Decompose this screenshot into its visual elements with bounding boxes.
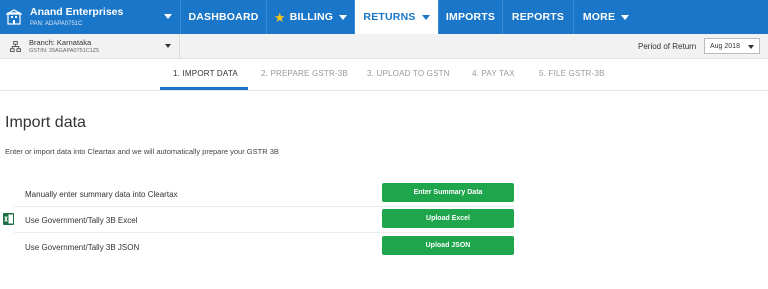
period-select[interactable]: Aug 2018 <box>704 38 760 54</box>
step-tabs: 1. IMPORT DATA 2. PREPARE GSTR-3B 3. UPL… <box>0 59 768 90</box>
nav-returns[interactable]: RETURNS <box>354 0 438 34</box>
chevron-down-icon <box>164 14 172 19</box>
top-nav: Anand Enterprises PAN: ADAPA0751C DASHBO… <box>0 0 768 34</box>
nav-dashboard-label: DASHBOARD <box>188 11 259 23</box>
nav-imports-label: IMPORTS <box>445 11 496 23</box>
nav-reports-label: REPORTS <box>511 11 565 23</box>
step-pay-tax[interactable]: 4. PAY TAX <box>472 69 515 78</box>
nav-more[interactable]: MORE <box>573 0 638 34</box>
option-label: Use Government/Tally 3B JSON <box>25 243 140 252</box>
step-prepare[interactable]: 2. PREPARE GSTR-3B <box>261 69 348 78</box>
upload-excel-button[interactable]: Upload Excel <box>382 209 514 228</box>
option-label: Manually enter summary data into Clearta… <box>25 190 178 199</box>
step-upload[interactable]: 3. UPLOAD TO GSTN <box>367 69 450 78</box>
chevron-down-icon <box>621 14 630 20</box>
nav-billing[interactable]: ★ BILLING <box>266 0 354 34</box>
option-label: Use Government/Tally 3B Excel <box>25 216 138 225</box>
nav-imports[interactable]: IMPORTS <box>438 0 502 34</box>
enter-summary-data-button[interactable]: Enter Summary Data <box>382 183 514 202</box>
branch-name: Branch: Karnataka <box>29 38 92 47</box>
building-icon <box>6 9 22 25</box>
branch-bar: Branch: Karnataka GSTIN: 29AGAPA0751C1Z5… <box>0 34 768 59</box>
divider <box>14 232 514 233</box>
org-switcher[interactable]: Anand Enterprises PAN: ADAPA0751C <box>0 0 180 34</box>
period-value: Aug 2018 <box>710 42 740 50</box>
option-row: Manually enter summary data into Clearta… <box>0 182 768 208</box>
nav-more-label: MORE <box>582 11 616 23</box>
chevron-down-icon <box>421 14 430 20</box>
page-subtitle: Enter or import data into Cleartax and w… <box>5 147 279 156</box>
step-import-data[interactable]: 1. IMPORT DATA <box>173 69 238 78</box>
step-file[interactable]: 5. FILE GSTR-3B <box>539 69 605 78</box>
divider <box>14 206 514 207</box>
star-icon: ★ <box>273 9 286 25</box>
nav-dashboard[interactable]: DASHBOARD <box>180 0 266 34</box>
nav-billing-label: BILLING <box>289 11 334 23</box>
org-name: Anand Enterprises <box>30 6 124 19</box>
nav-returns-label: RETURNS <box>363 11 416 23</box>
period-label: Period of Return <box>638 42 697 51</box>
nav-reports[interactable]: REPORTS <box>502 0 573 34</box>
divider <box>0 90 768 91</box>
chevron-down-icon <box>165 44 171 48</box>
upload-json-button[interactable]: Upload JSON <box>382 236 514 255</box>
excel-icon <box>3 213 14 225</box>
chevron-down-icon <box>339 14 348 20</box>
chevron-down-icon <box>748 45 754 49</box>
option-row: Use Government/Tally 3B Excel Upload Exc… <box>0 208 768 234</box>
page-title: Import data <box>5 114 86 131</box>
option-row: Use Government/Tally 3B JSON Upload JSON <box>0 235 768 261</box>
hierarchy-icon <box>10 41 21 52</box>
branch-selector[interactable]: Branch: Karnataka GSTIN: 29AGAPA0751C1Z5 <box>0 34 180 59</box>
branch-gstin: GSTIN: 29AGAPA0751C1Z5 <box>29 47 100 54</box>
org-pan: PAN: ADAPA0751C <box>30 20 83 27</box>
